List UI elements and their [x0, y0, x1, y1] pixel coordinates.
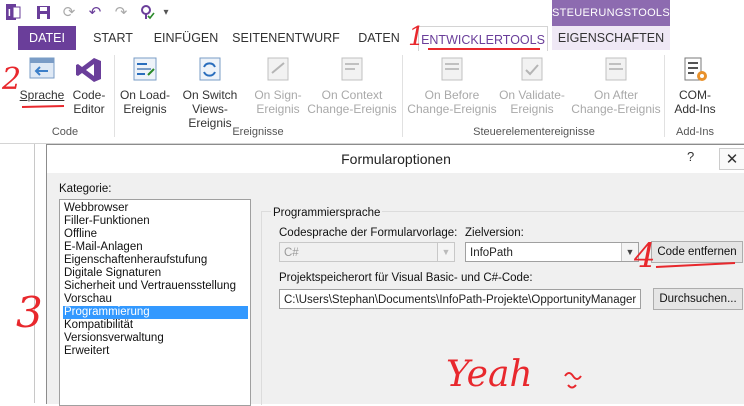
smiley-doodle: [564, 372, 582, 389]
underline-annotation: [21, 105, 65, 108]
annotation-overlay: [21, 48, 736, 389]
underline-annotation: [655, 262, 736, 268]
